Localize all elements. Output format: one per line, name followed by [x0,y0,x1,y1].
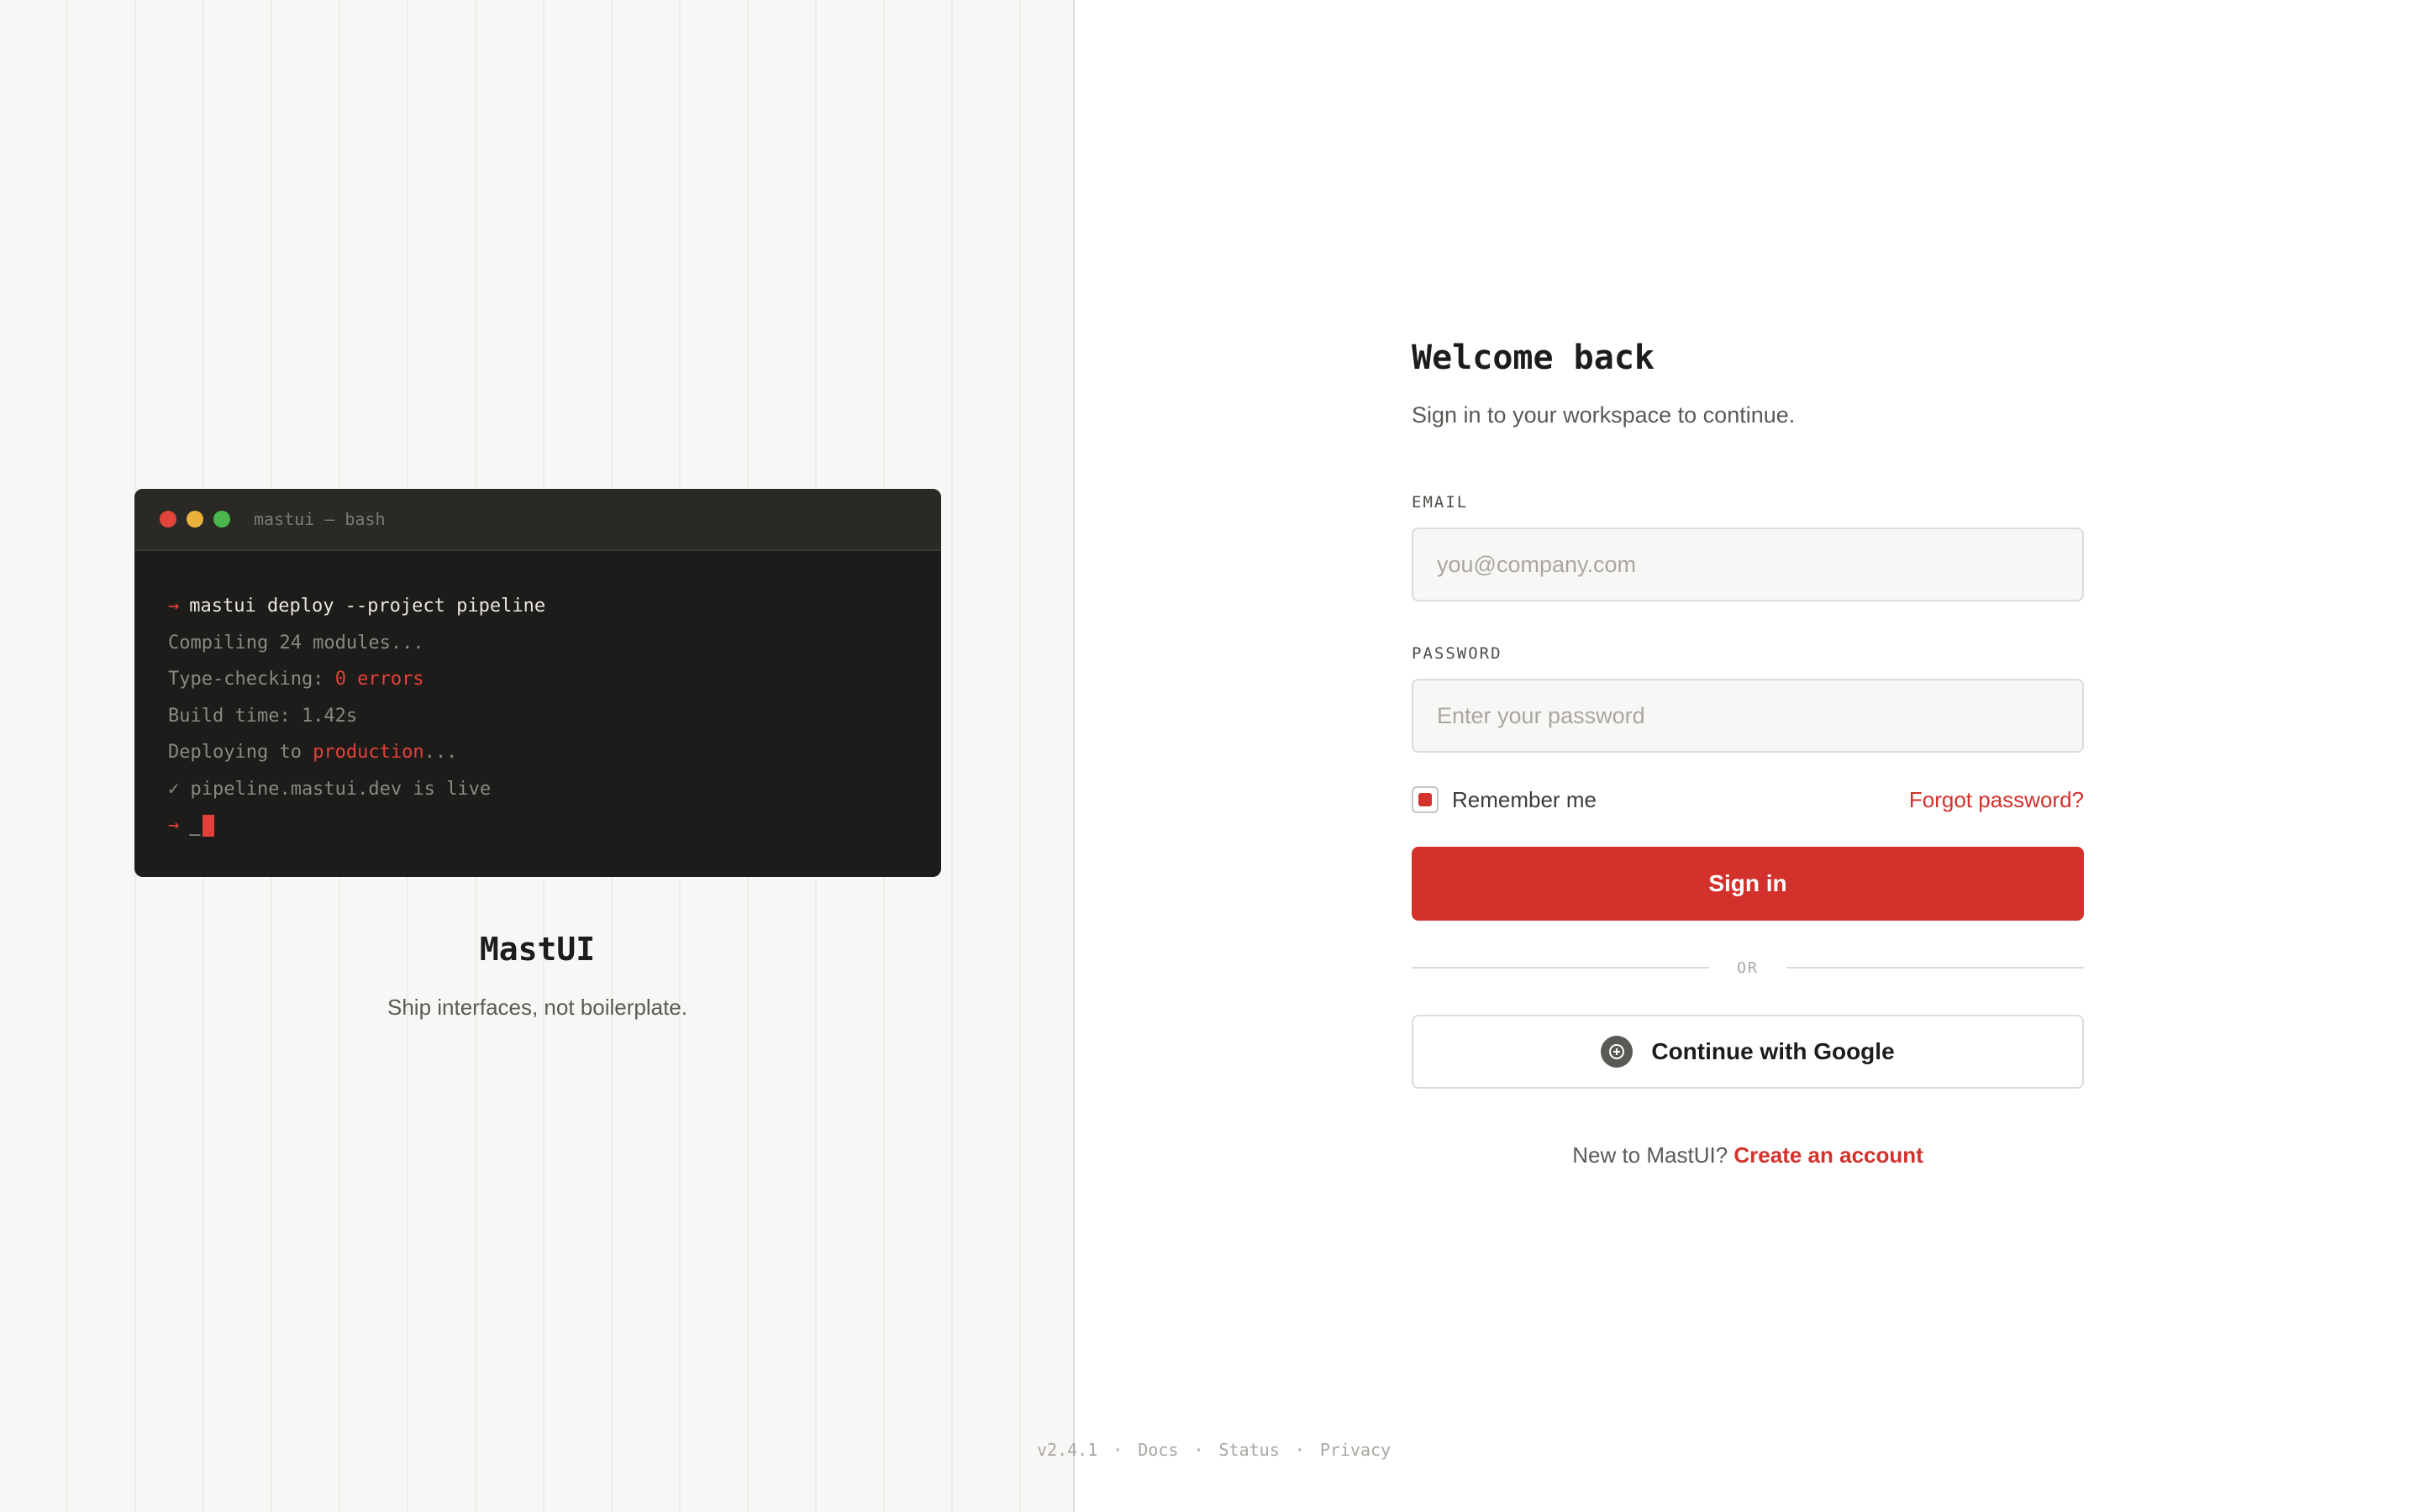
forgot-password-link[interactable]: Forgot password? [1909,787,2084,813]
terminal-title: mastui — bash [254,509,386,529]
remember-me-toggle[interactable]: Remember me [1412,786,1597,813]
terminal-prompt-line: → _ [168,807,908,844]
email-input[interactable] [1412,528,2084,601]
cursor-block-icon [202,814,214,837]
password-input[interactable] [1412,679,2084,753]
create-account-link[interactable]: Create an account [1733,1142,1923,1168]
brand-tagline: Ship interfaces, not boilerplate. [387,995,687,1020]
terminal-title-bar: mastui — bash [134,489,941,551]
terminal-line-compiling: Compiling 24 modules... [168,632,424,654]
terminal-command: mastui deploy --project pipeline [189,596,546,617]
check-mark-icon [1418,793,1432,806]
footer-separator: · [1193,1440,1204,1460]
signup-prompt: New to MastUI? [1572,1142,1728,1168]
google-icon [1601,1036,1634,1068]
remember-label: Remember me [1452,786,1597,812]
or-divider: OR [1412,951,2084,984]
terminal-line-live: ✓ pipeline.mastui.dev is live [168,778,492,800]
close-dot-icon [160,511,176,528]
terminal-command-line: → mastui deploy --project pipeline [168,588,908,625]
status-link[interactable]: Status [1219,1440,1280,1460]
page-title: Welcome back [1412,339,1655,377]
google-sign-in-button[interactable]: Continue with Google [1412,1015,2084,1089]
maximize-dot-icon [213,511,230,528]
version-label: v2.4.1 [1037,1440,1098,1460]
login-page: mastui — bash → mastui deploy --project p… [0,0,2420,1512]
prompt-arrow-icon: → [168,596,180,617]
deploy-suffix: ... [424,742,458,764]
minimize-dot-icon [187,511,203,528]
typecheck-result: 0 errors [334,669,424,690]
page-subtitle: Sign in to your workspace to continue. [1412,402,1796,428]
terminal-output: → mastui deploy --project pipeline Compil… [134,551,941,844]
privacy-link[interactable]: Privacy [1320,1440,1391,1460]
terminal-window: mastui — bash → mastui deploy --project p… [134,489,941,877]
docs-link[interactable]: Docs [1138,1440,1178,1460]
terminal-line-typecheck: Type-checking: 0 errors [168,661,908,698]
footer-separator: · [1113,1440,1123,1460]
google-button-label: Continue with Google [1651,1038,1895,1064]
divider-line-left [1412,967,1709,969]
email-label: EMAIL [1412,493,1469,512]
terminal-line-build: Build time: 1.42s [168,705,358,727]
divider-line-right [1786,967,2084,969]
deploy-prefix: Deploying to [168,742,313,764]
footer-separator: · [1294,1440,1305,1460]
typecheck-prefix: Type-checking: [168,669,335,690]
footer: v2.4.1 · Docs · Status · Privacy [1037,1440,1391,1460]
divider-text: OR [1737,958,1759,977]
remember-checkbox[interactable] [1412,786,1439,813]
cursor-underscore: _ [189,815,201,837]
sign-in-form: Welcome back Sign in to your workspace t… [1412,333,2084,1168]
terminal-line-deploy: Deploying to production... [168,734,908,771]
brand-panel: mastui — bash → mastui deploy --project p… [0,0,1075,1512]
signup-row: New to MastUI? Create an account [1412,1142,2084,1168]
deploy-target: production [313,742,424,764]
password-label: PASSWORD [1412,644,1502,663]
remember-row: Remember me Forgot password? [1412,783,2084,816]
brand-name: MastUI [479,931,596,968]
sign-in-button[interactable]: Sign in [1412,847,2084,921]
prompt-arrow-icon: → [168,815,180,837]
